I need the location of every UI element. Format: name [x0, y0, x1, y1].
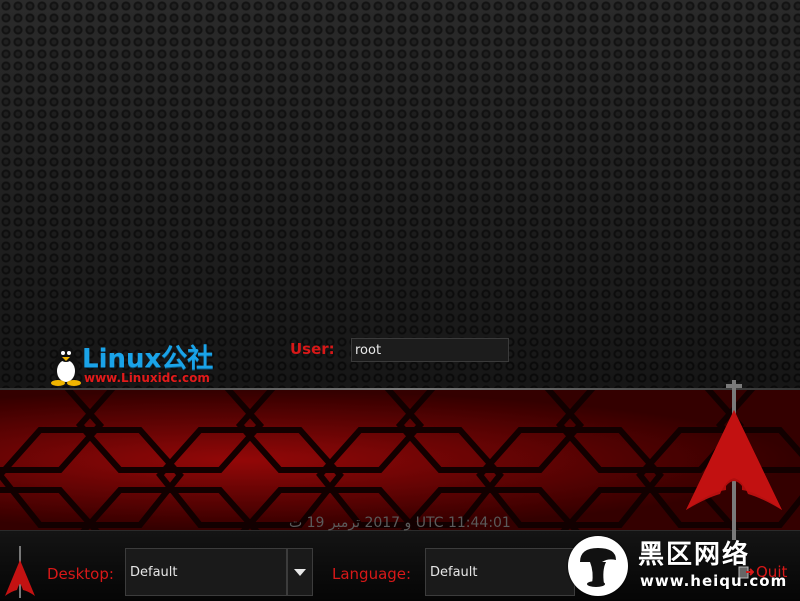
arch-logo-icon [686, 380, 782, 540]
site-logo: Linux公社 www.Linuxidc.com [48, 344, 218, 386]
watermark-title: 黑区网络 [638, 540, 751, 570]
dropdown-arrow-icon[interactable] [287, 548, 313, 596]
language-value: Default [430, 565, 478, 580]
desktop-value: Default [130, 565, 178, 580]
desktop-select[interactable]: Default [125, 548, 287, 596]
username-input[interactable] [351, 338, 509, 362]
mushroom-icon [580, 548, 616, 587]
red-hexagon-band [0, 390, 800, 530]
desktop-label: Desktop: [47, 565, 114, 583]
logo-brand: Linux公社 [82, 344, 214, 374]
watermark: 黑区网络 www.heiqu.com [568, 536, 800, 600]
language-select[interactable]: Default [425, 548, 575, 596]
logo-url: www.Linuxidc.com [84, 371, 210, 385]
language-label: Language: [332, 565, 412, 583]
arch-logo-icon [5, 546, 35, 598]
linux-penguin-icon [51, 346, 81, 386]
watermark-badge [568, 536, 628, 596]
background-pattern [0, 0, 800, 388]
user-label: User: [290, 340, 335, 358]
watermark-url: www.heiqu.com [640, 572, 788, 590]
clock: و 2017 ترمبر 19 ت UTC 11:44:01 [289, 515, 511, 531]
